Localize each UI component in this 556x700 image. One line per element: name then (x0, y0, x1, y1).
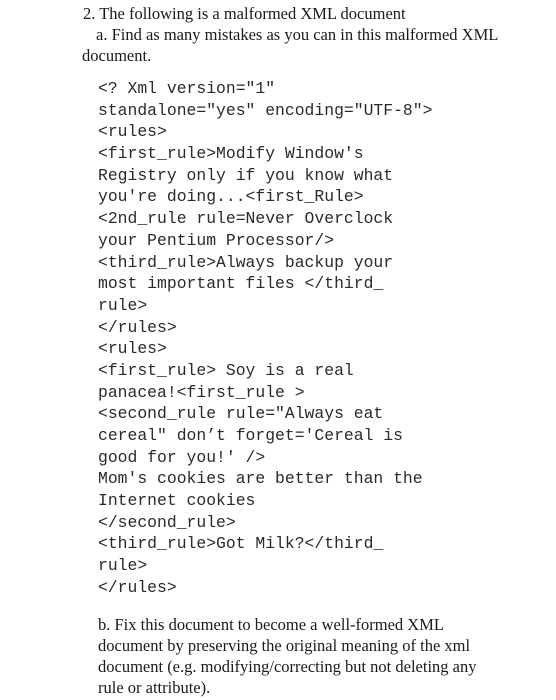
code-line: </rules> (98, 317, 177, 337)
question-title: 2. The following is a malformed XML docu… (83, 4, 406, 23)
code-line: </rules> (98, 577, 177, 597)
code-line: standalone="yes" encoding="UTF-8"> (98, 100, 433, 120)
code-line: </second_rule> (98, 512, 236, 532)
code-line: your Pentium Processor/> (98, 230, 335, 250)
xml-code-block: <? Xml version="1" standalone="yes" enco… (98, 78, 432, 599)
code-line: <first_rule> Soy is a real (98, 360, 354, 380)
part-b-prompt: b. Fix this document to become a well-fo… (98, 615, 477, 697)
code-line: Mom's cookies are better than the (98, 469, 423, 489)
code-line: <? Xml version="1" (98, 79, 276, 98)
code-line: rule> (98, 295, 148, 315)
code-line: Internet cookies (98, 491, 256, 511)
code-line: good for you!' /> (98, 447, 266, 467)
code-line: <second_rule rule="Always eat (98, 404, 384, 424)
code-line: rule> (98, 556, 148, 576)
code-line: most important files </third_ (98, 274, 384, 294)
code-line: panacea!<first_rule > (98, 382, 305, 402)
code-line: you're doing...<first_Rule> (98, 187, 364, 207)
code-line: <rules> (98, 339, 167, 359)
code-line: cereal" don’t forget='Cereal is (98, 426, 403, 445)
code-line: <rules> (98, 122, 167, 142)
code-line: <third_rule>Got Milk?</third_ (98, 534, 384, 554)
code-line: Registry only if you know what (98, 165, 394, 185)
code-line: <third_rule>Always backup your (98, 252, 394, 272)
code-line: <first_rule>Modify Window's (98, 144, 364, 164)
part-a-prompt: a. Find as many mistakes as you can in t… (82, 25, 498, 65)
code-line: <2nd_rule rule=Never Overclock (98, 209, 394, 229)
